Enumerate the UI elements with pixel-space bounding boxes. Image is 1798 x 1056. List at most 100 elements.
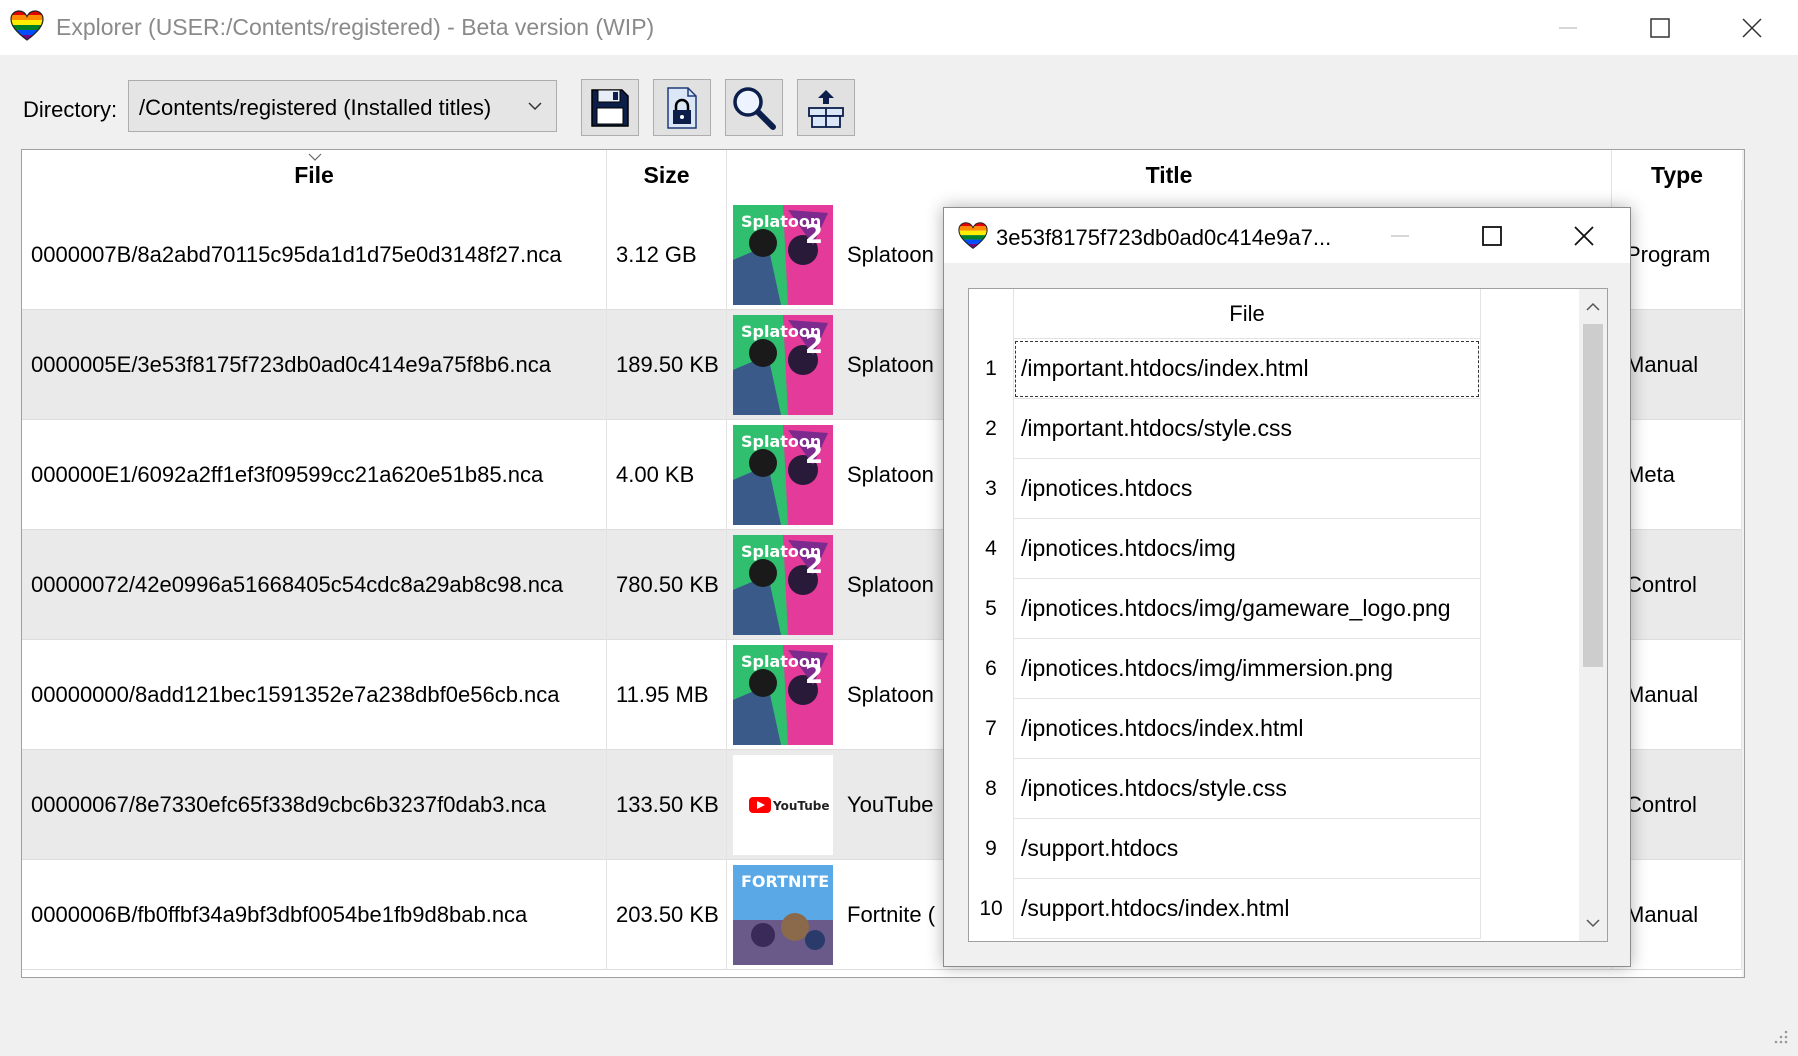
list-item[interactable]: 3/ipnotices.htdocs bbox=[969, 459, 1569, 519]
file-cell: 00000072/42e0996a51668405c54cdc8a29ab8c9… bbox=[22, 530, 607, 640]
column-header-file[interactable]: File bbox=[22, 150, 607, 200]
size-cell: 780.50 KB bbox=[607, 530, 727, 640]
file-path-cell: /important.htdocs/index.html bbox=[1013, 339, 1481, 399]
maximize-icon bbox=[1650, 17, 1670, 38]
list-item[interactable]: 9/support.htdocs bbox=[969, 819, 1569, 879]
list-item[interactable]: 4/ipnotices.htdocs/img bbox=[969, 519, 1569, 579]
save-icon bbox=[591, 88, 629, 127]
list-item[interactable]: 8/ipnotices.htdocs/style.css bbox=[969, 759, 1569, 819]
type-cell: Program bbox=[1612, 200, 1742, 310]
row-number: 1 bbox=[985, 357, 997, 380]
file-path-cell: /ipnotices.htdocs/img bbox=[1013, 519, 1481, 579]
search-icon bbox=[733, 86, 776, 130]
row-number: 4 bbox=[985, 537, 997, 560]
package-button[interactable] bbox=[797, 79, 855, 136]
title-text: Splatoon bbox=[847, 352, 934, 377]
scroll-up-icon[interactable] bbox=[1585, 301, 1601, 313]
search-button[interactable] bbox=[725, 79, 783, 136]
file-cell: 0000007B/8a2abd70115c95da1d1d75e0d3148f2… bbox=[22, 200, 607, 310]
file-path-cell: /ipnotices.htdocs/img/immersion.png bbox=[1013, 639, 1481, 699]
type-cell: Control bbox=[1612, 750, 1742, 860]
dialog-scrollbar[interactable] bbox=[1579, 289, 1607, 941]
list-item[interactable]: 1/important.htdocs/index.html bbox=[969, 339, 1569, 399]
dialog-scrollbar-thumb[interactable] bbox=[1583, 324, 1603, 667]
size-cell: 3.12 GB bbox=[607, 200, 727, 310]
svg-text:2: 2 bbox=[805, 550, 823, 580]
table-scrollbar[interactable] bbox=[1742, 150, 1744, 977]
file-path-cell: /ipnotices.htdocs/style.css bbox=[1013, 759, 1481, 819]
column-header-title[interactable]: Title bbox=[727, 150, 1612, 200]
file-cell: 00000067/8e7330efc65f338d9cbc6b3237f0dab… bbox=[22, 750, 607, 860]
maximize-button[interactable] bbox=[1614, 0, 1706, 55]
file-cell: 0000006B/fb0ffbf34a9bf3dbf0054be1fb9d8ba… bbox=[22, 860, 607, 970]
size-cell: 203.50 KB bbox=[607, 860, 727, 970]
file-path-cell: /support.htdocs bbox=[1013, 819, 1481, 879]
type-cell: Meta bbox=[1612, 420, 1742, 530]
dialog-close-button[interactable] bbox=[1538, 208, 1630, 263]
size-cell: 189.50 KB bbox=[607, 310, 727, 420]
column-header-size[interactable]: Size bbox=[607, 150, 727, 200]
row-number: 10 bbox=[979, 897, 1003, 920]
title-text: Splatoon bbox=[847, 242, 934, 267]
title-text: Fortnite ( bbox=[847, 902, 936, 927]
dialog-titlebar: 3e53f8175f723db0ad0c414e9a7... bbox=[944, 208, 1630, 263]
lock-button[interactable] bbox=[653, 79, 711, 136]
dialog-maximize-button[interactable] bbox=[1446, 208, 1538, 263]
resize-grip-icon[interactable] bbox=[1772, 1028, 1788, 1044]
dialog-minimize-button[interactable] bbox=[1354, 208, 1446, 263]
file-path-cell: /support.htdocs/index.html bbox=[1013, 879, 1481, 939]
size-cell: 11.95 MB bbox=[607, 640, 727, 750]
dialog-file-list[interactable]: File 1/important.htdocs/index.html 2/impo… bbox=[968, 288, 1608, 942]
close-button[interactable] bbox=[1706, 0, 1798, 55]
nca-contents-dialog[interactable]: 3e53f8175f723db0ad0c414e9a7... File 1/im… bbox=[943, 207, 1631, 967]
row-number: 9 bbox=[985, 837, 997, 860]
type-cell: Control bbox=[1612, 530, 1742, 640]
list-item[interactable]: 5/ipnotices.htdocs/img/gameware_logo.png bbox=[969, 579, 1569, 639]
directory-select[interactable]: /Contents/registered (Installed titles) bbox=[128, 80, 557, 132]
minimize-icon bbox=[1559, 26, 1577, 29]
row-number: 8 bbox=[985, 777, 997, 800]
file-cell: 00000000/8add121bec1591352e7a238dbf0e56c… bbox=[22, 640, 607, 750]
rainbow-heart-icon bbox=[10, 10, 44, 41]
chevron-down-icon bbox=[528, 102, 542, 111]
svg-text:2: 2 bbox=[805, 330, 823, 360]
file-path-cell: /ipnotices.htdocs bbox=[1013, 459, 1481, 519]
youtube-thumbnail: YouTube bbox=[733, 755, 833, 855]
list-item[interactable]: 7/ipnotices.htdocs/index.html bbox=[969, 699, 1569, 759]
minimize-icon bbox=[1391, 234, 1409, 237]
table-header: File Size Title Type bbox=[22, 150, 1742, 200]
svg-text:YouTube: YouTube bbox=[772, 799, 830, 813]
file-cell: 000000E1/6092a2ff1ef3f09599cc21a620e51b8… bbox=[22, 420, 607, 530]
minimize-button[interactable] bbox=[1522, 0, 1614, 55]
file-cell: 0000005E/3e53f8175f723db0ad0c414e9a75f8b… bbox=[22, 310, 607, 420]
splatoon-thumbnail: Splatoon2 bbox=[733, 425, 833, 525]
package-icon bbox=[808, 89, 844, 128]
list-item[interactable]: 10/support.htdocs/index.html bbox=[969, 879, 1569, 939]
size-cell: 133.50 KB bbox=[607, 750, 727, 860]
rainbow-heart-icon bbox=[958, 222, 988, 250]
type-cell: Manual bbox=[1612, 310, 1742, 420]
svg-text:FORTNITE: FORTNITE bbox=[741, 872, 829, 891]
list-item[interactable]: 2/important.htdocs/style.css bbox=[969, 399, 1569, 459]
file-path-cell: /ipnotices.htdocs/img/gameware_logo.png bbox=[1013, 579, 1481, 639]
type-cell: Manual bbox=[1612, 640, 1742, 750]
row-number: 3 bbox=[985, 477, 997, 500]
row-number: 7 bbox=[985, 717, 997, 740]
directory-label: Directory: bbox=[23, 97, 118, 122]
list-item[interactable]: 6/ipnotices.htdocs/img/immersion.png bbox=[969, 639, 1569, 699]
close-icon bbox=[1742, 17, 1762, 38]
column-header-type[interactable]: Type bbox=[1612, 150, 1742, 200]
dialog-title: 3e53f8175f723db0ad0c414e9a7... bbox=[996, 225, 1332, 250]
dialog-column-header-file[interactable]: File bbox=[1013, 289, 1481, 339]
row-number: 2 bbox=[985, 417, 997, 440]
splatoon-thumbnail: Splatoon2 bbox=[733, 535, 833, 635]
window-titlebar: Explorer (USER:/Contents/registered) - B… bbox=[0, 0, 1798, 55]
save-button[interactable] bbox=[581, 79, 639, 136]
splatoon-thumbnail: Splatoon2 bbox=[733, 205, 833, 305]
file-path-cell: /important.htdocs/style.css bbox=[1013, 399, 1481, 459]
row-number: 5 bbox=[985, 597, 997, 620]
maximize-icon bbox=[1482, 225, 1502, 246]
close-icon bbox=[1574, 225, 1594, 246]
splatoon-thumbnail: Splatoon2 bbox=[733, 315, 833, 415]
scroll-down-icon[interactable] bbox=[1585, 917, 1601, 929]
